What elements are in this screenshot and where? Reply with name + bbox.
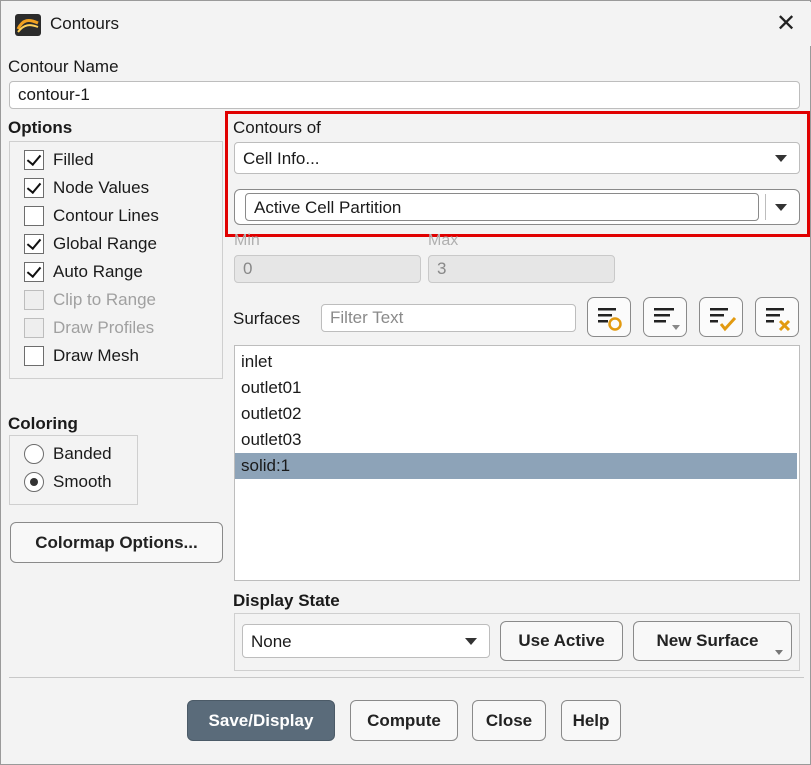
deselect-all-icon — [766, 308, 791, 332]
draw-profiles-label: Draw Profiles — [53, 318, 155, 337]
title-bar: Contours ✕ — [2, 2, 811, 46]
draw-mesh-label: Draw Mesh — [53, 346, 139, 365]
checkbox-box — [24, 290, 44, 310]
help-button[interactable]: Help — [561, 700, 621, 741]
min-input: 0 — [234, 255, 421, 283]
node-values-label: Node Values — [53, 178, 150, 197]
list-item[interactable]: outlet03 — [235, 427, 797, 453]
contours-of-label: Contours of — [233, 118, 321, 137]
use-active-button[interactable]: Use Active — [500, 621, 623, 661]
checkbox-box[interactable] — [24, 346, 44, 366]
radio-circle[interactable] — [24, 444, 44, 464]
display-state-dropdown[interactable]: None — [242, 624, 490, 658]
filled-label: Filled — [53, 150, 94, 169]
max-label: Max — [428, 232, 459, 249]
footer-separator — [9, 677, 804, 678]
list-item[interactable]: solid:1 — [235, 453, 797, 479]
chevron-down-icon — [775, 650, 783, 655]
display-state-value: None — [251, 632, 292, 651]
contour-lines-label: Contour Lines — [53, 206, 159, 225]
contours-of-category-dropdown[interactable]: Cell Info... — [234, 142, 800, 174]
new-surface-label: New Surface — [656, 631, 759, 650]
display-state-label: Display State — [233, 591, 340, 610]
colormap-options-button[interactable]: Colormap Options... — [10, 522, 223, 563]
fluent-app-icon — [15, 14, 41, 36]
new-surface-button[interactable]: New Surface — [633, 621, 792, 661]
checkbox-box — [24, 318, 44, 338]
max-input: 3 — [428, 255, 615, 283]
chevron-down-icon — [775, 204, 787, 211]
radio-circle[interactable] — [24, 472, 44, 492]
coloring-group: Banded Smooth — [9, 435, 138, 505]
global-range-label: Global Range — [53, 234, 157, 253]
surfaces-list[interactable]: inlet outlet01 outlet02 outlet03 solid:1 — [234, 345, 800, 581]
chevron-down-icon — [775, 155, 787, 162]
list-menu-icon — [654, 308, 680, 330]
close-icon[interactable]: ✕ — [772, 10, 800, 38]
select-all-button[interactable] — [699, 297, 743, 337]
list-item[interactable]: outlet02 — [235, 401, 797, 427]
contours-of-field-dropdown[interactable]: Active Cell Partition — [234, 189, 800, 225]
checkbox-box[interactable] — [24, 178, 44, 198]
options-label: Options — [8, 118, 73, 137]
display-state-group: None Use Active New Surface — [234, 613, 800, 671]
checkbox-box[interactable] — [24, 234, 44, 254]
category-value: Cell Info... — [243, 149, 320, 168]
field-value: Active Cell Partition — [254, 198, 402, 217]
auto-range-label: Auto Range — [53, 262, 143, 281]
checkbox-box[interactable] — [24, 262, 44, 282]
window-title: Contours — [50, 14, 119, 33]
contour-name-label: Contour Name — [8, 57, 119, 76]
clip-to-range-label: Clip to Range — [53, 290, 157, 309]
list-options-button[interactable] — [643, 297, 687, 337]
select-all-icon — [710, 308, 736, 332]
deselect-all-button[interactable] — [755, 297, 799, 337]
min-label: Min — [234, 232, 260, 249]
filter-select-icon — [598, 308, 622, 331]
list-item[interactable]: outlet01 — [235, 375, 797, 401]
field-value-box[interactable]: Active Cell Partition — [245, 193, 759, 221]
checkbox-box[interactable] — [24, 206, 44, 226]
filter-text-input[interactable]: Filter Text — [321, 304, 576, 332]
options-group: Filled Node Values Contour Lines Global … — [9, 141, 223, 379]
smooth-label: Smooth — [53, 472, 112, 491]
chevron-down-icon — [465, 638, 477, 645]
close-button[interactable]: Close — [472, 700, 546, 741]
divider — [765, 194, 766, 220]
coloring-label: Coloring — [8, 414, 78, 433]
surfaces-label: Surfaces — [233, 309, 301, 328]
list-item[interactable]: inlet — [235, 349, 797, 375]
checkbox-box[interactable] — [24, 150, 44, 170]
banded-label: Banded — [53, 444, 112, 463]
save-display-button[interactable]: Save/Display — [187, 700, 335, 741]
contours-dialog: Contours ✕ Contour Name contour-1 Option… — [0, 0, 811, 765]
contour-name-input[interactable]: contour-1 — [9, 81, 800, 109]
select-matching-button[interactable] — [587, 297, 631, 337]
compute-button[interactable]: Compute — [350, 700, 458, 741]
